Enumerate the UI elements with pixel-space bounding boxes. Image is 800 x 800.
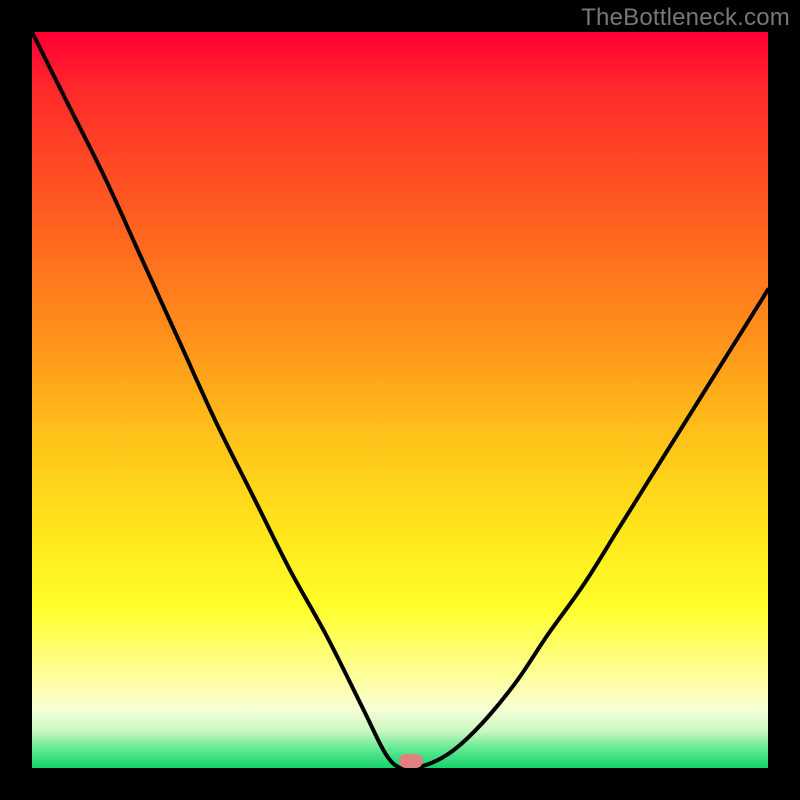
curve-path: [32, 32, 768, 768]
watermark-label: TheBottleneck.com: [581, 4, 790, 32]
plot-area: [32, 32, 768, 768]
chart-frame: TheBottleneck.com: [0, 0, 800, 800]
optimal-marker: [399, 754, 423, 768]
bottleneck-curve: [32, 32, 768, 768]
